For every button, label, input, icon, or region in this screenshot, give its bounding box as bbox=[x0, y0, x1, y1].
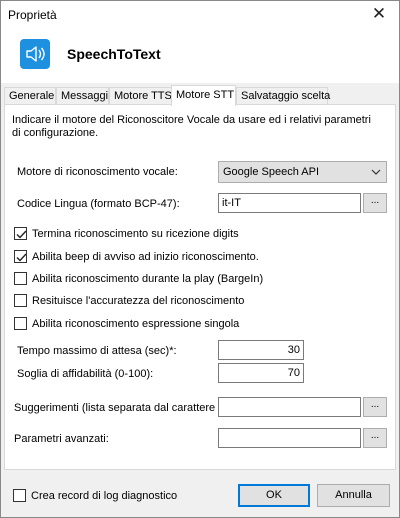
advanced-params-browse-button[interactable]: ... bbox=[363, 428, 387, 448]
engine-select-value: Google Speech API bbox=[223, 166, 320, 178]
tab-label: Salvataggio scelta bbox=[241, 90, 331, 102]
chevron-down-icon bbox=[371, 169, 381, 175]
ok-button[interactable]: OK bbox=[238, 484, 310, 507]
tab-generale[interactable]: Generale bbox=[4, 87, 56, 105]
advanced-params-field[interactable] bbox=[218, 428, 361, 448]
window-title: Proprietà bbox=[8, 8, 57, 22]
suggestions-label: Suggerimenti (lista separata dal caratte… bbox=[14, 402, 228, 414]
tab-salvataggio-scelta[interactable]: Salvataggio scelta bbox=[236, 87, 331, 105]
tab-label: Motore TTS bbox=[114, 90, 172, 102]
header: SpeechToText bbox=[1, 29, 399, 83]
tab-label: Generale bbox=[9, 90, 55, 102]
app-name: SpeechToText bbox=[67, 46, 161, 62]
tab-motore-tts[interactable]: Motore TTS bbox=[109, 87, 173, 105]
speaker-icon bbox=[20, 39, 50, 69]
checkmark-icon bbox=[16, 253, 27, 262]
threshold-label: Soglia di affidabilità (0-100): bbox=[17, 368, 154, 380]
diagnostic-log-label: Crea record di log diagnostico bbox=[31, 490, 178, 502]
suggestions-browse-button[interactable]: ... bbox=[363, 397, 387, 417]
properties-dialog: Proprietà ✕ SpeechToText Generale Messag… bbox=[0, 0, 400, 518]
tab-label: Motore STT bbox=[176, 89, 235, 101]
start-beep-checkbox[interactable] bbox=[14, 250, 27, 263]
terminate-on-digits-label: Termina riconoscimento su ricezione digi… bbox=[32, 228, 239, 240]
advanced-params-label: Parametri avanzati: bbox=[14, 433, 109, 445]
close-icon[interactable]: ✕ bbox=[369, 4, 389, 24]
title-bar: Proprietà ✕ bbox=[1, 1, 399, 29]
suggestions-field[interactable] bbox=[218, 397, 361, 417]
threshold-field[interactable] bbox=[218, 363, 304, 383]
diagnostic-log-checkbox[interactable] bbox=[13, 489, 26, 502]
panel-description: Indicare il motore del Riconoscitore Voc… bbox=[12, 114, 371, 139]
terminate-on-digits-checkbox[interactable] bbox=[14, 227, 27, 240]
bargein-label: Abilita riconoscimento durante la play (… bbox=[32, 273, 264, 285]
accuracy-label: Resituisce l'accuratezza del riconoscime… bbox=[32, 295, 245, 307]
tab-label: Messaggi bbox=[61, 90, 109, 102]
max-wait-field[interactable] bbox=[218, 340, 304, 360]
max-wait-label: Tempo massimo di attesa (sec)*: bbox=[17, 345, 177, 357]
bargein-checkbox[interactable] bbox=[14, 272, 27, 285]
start-beep-label: Abilita beep di avviso ad inizio riconos… bbox=[32, 251, 259, 263]
cancel-button[interactable]: Annulla bbox=[317, 484, 390, 507]
language-label: Codice Lingua (formato BCP-47): bbox=[17, 198, 180, 210]
single-expression-checkbox[interactable] bbox=[14, 317, 27, 330]
engine-select[interactable]: Google Speech API bbox=[218, 161, 387, 183]
tab-messaggi[interactable]: Messaggi bbox=[56, 87, 109, 105]
engine-label: Motore di riconoscimento vocale: bbox=[17, 166, 178, 178]
language-field[interactable] bbox=[218, 193, 361, 213]
checkmark-icon bbox=[16, 230, 27, 239]
accuracy-checkbox[interactable] bbox=[14, 294, 27, 307]
tab-motore-stt[interactable]: Motore STT bbox=[171, 85, 236, 106]
single-expression-label: Abilita riconoscimento espressione singo… bbox=[32, 318, 240, 330]
tab-panel-motore-stt: Indicare il motore del Riconoscitore Voc… bbox=[4, 104, 396, 470]
language-browse-button[interactable]: ... bbox=[363, 193, 387, 213]
